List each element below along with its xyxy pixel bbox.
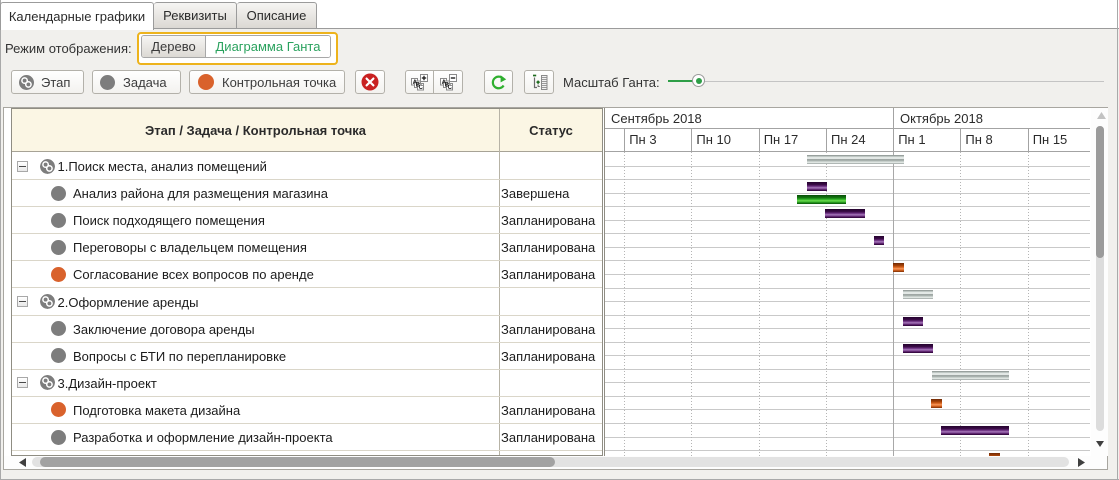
svg-text:C: C (419, 85, 424, 91)
svg-text:C: C (447, 85, 452, 91)
